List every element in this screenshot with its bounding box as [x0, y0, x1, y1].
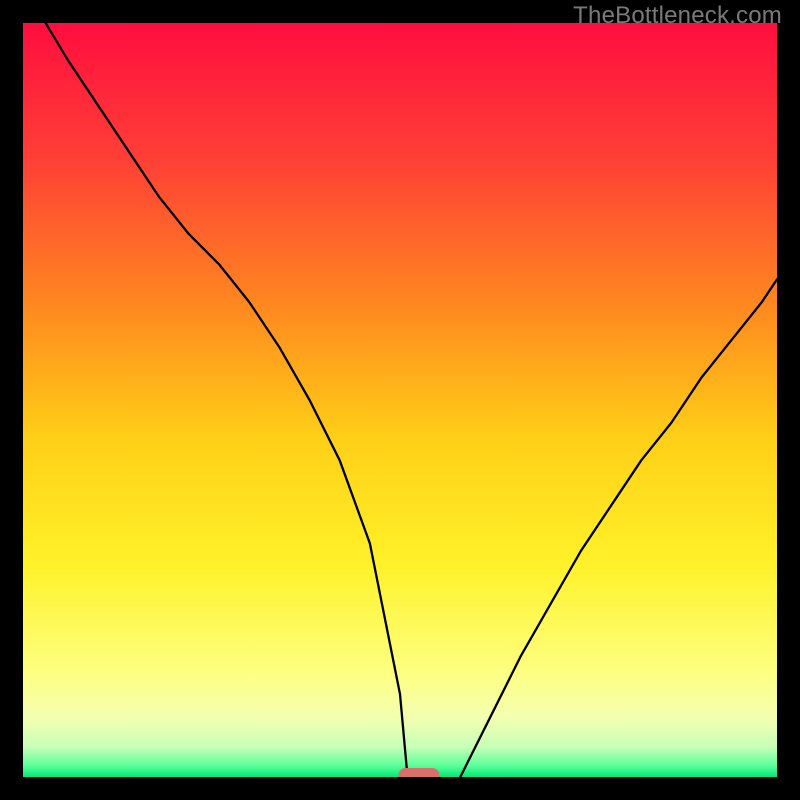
bottleneck-chart: [23, 23, 777, 777]
gradient-background: [23, 23, 777, 777]
optimal-marker: [398, 768, 439, 777]
chart-container: TheBottleneck.com: [0, 0, 800, 800]
